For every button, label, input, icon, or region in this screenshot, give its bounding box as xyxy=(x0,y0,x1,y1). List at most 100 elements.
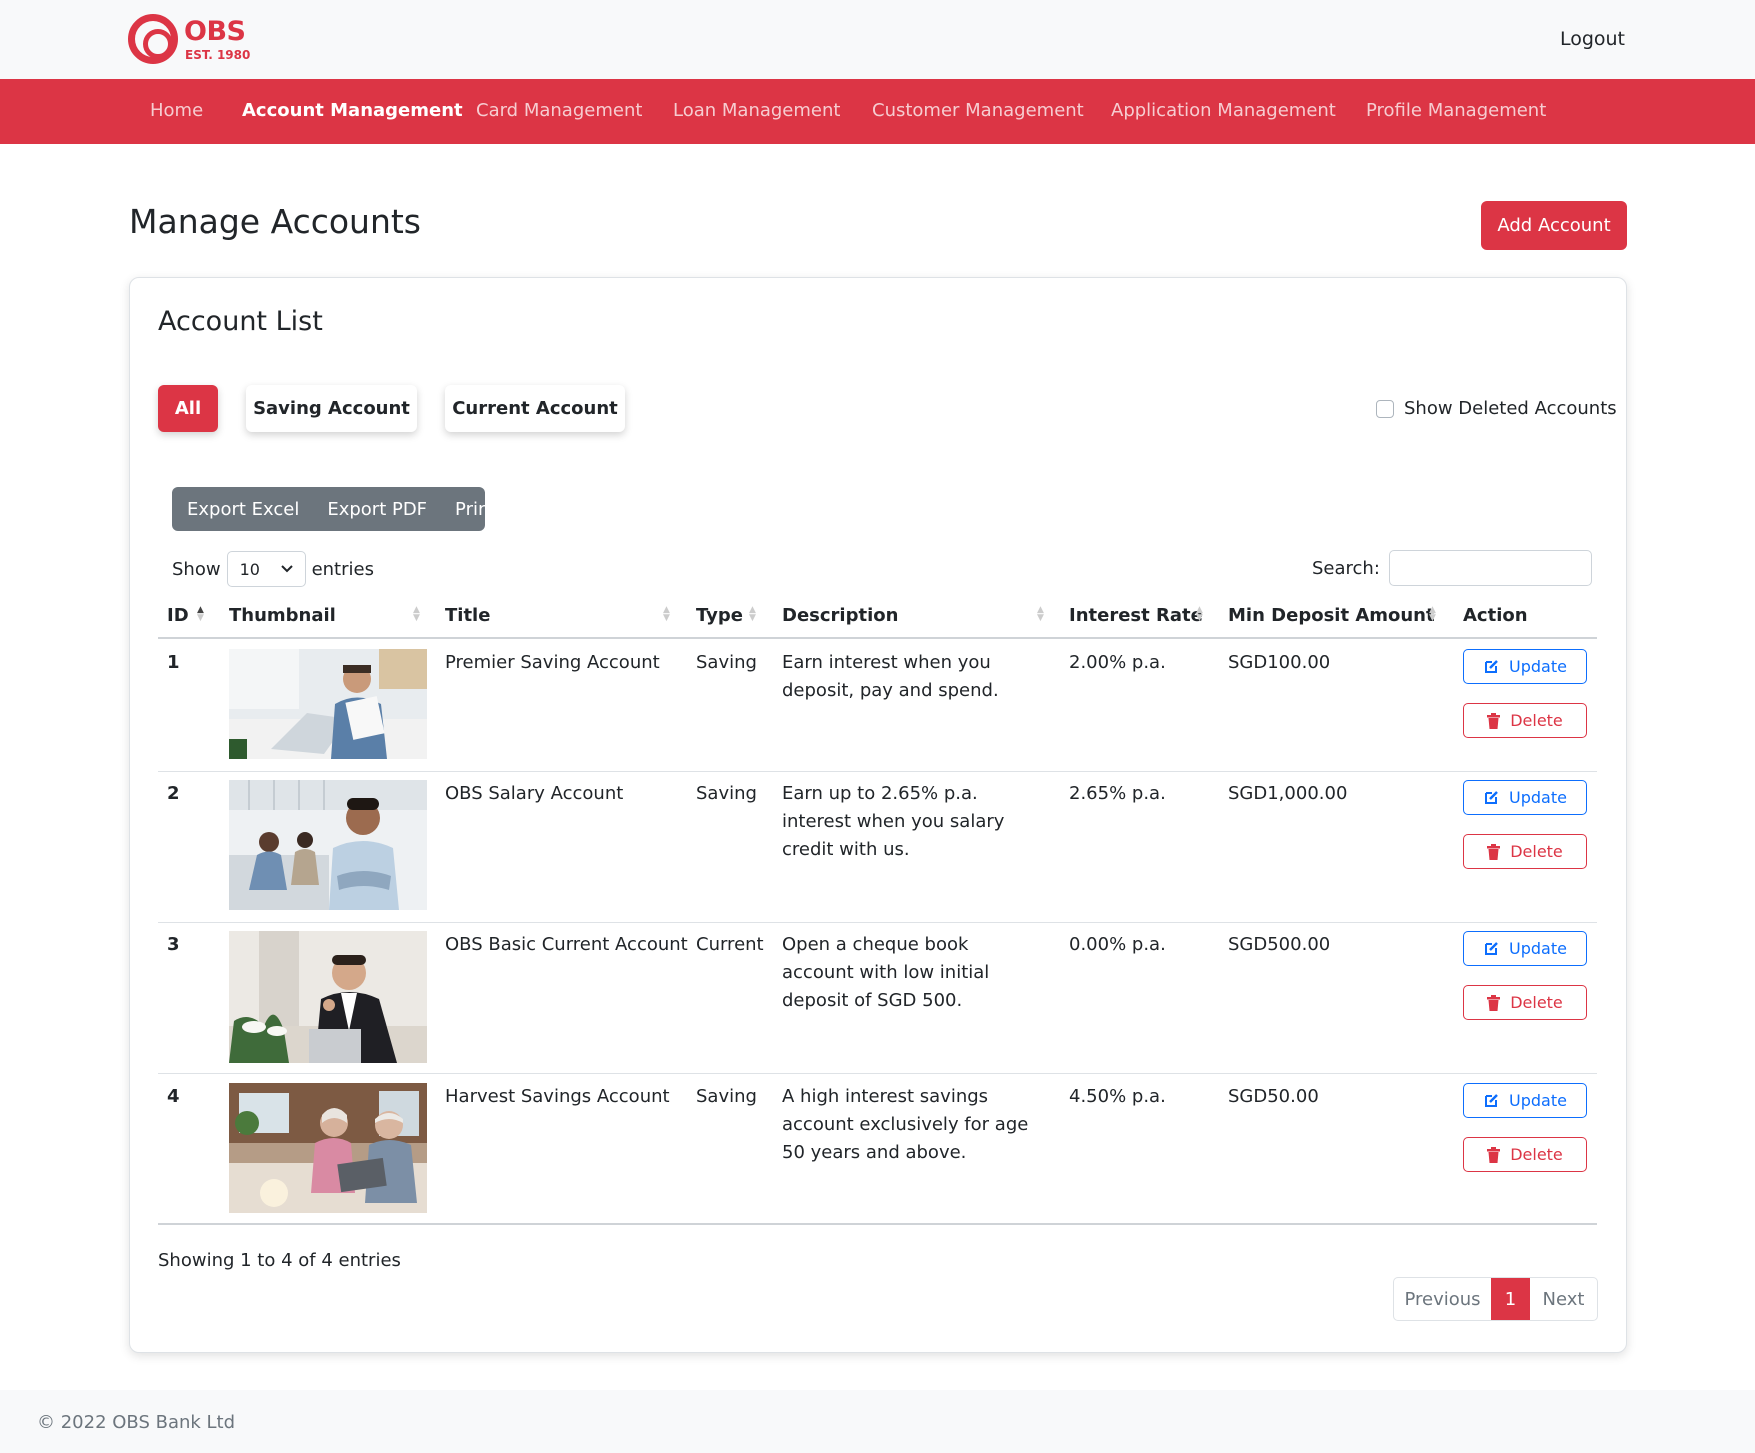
delete-label: Delete xyxy=(1510,993,1563,1012)
row-title: Premier Saving Account xyxy=(445,652,660,673)
header-divider xyxy=(158,637,1597,639)
thumbnail-image xyxy=(229,931,427,1063)
nav-card-management[interactable]: Card Management xyxy=(476,100,642,121)
trash-icon xyxy=(1487,712,1501,729)
row-type: Saving xyxy=(696,783,757,804)
row-interest-rate: 4.50% p.a. xyxy=(1069,1086,1166,1107)
update-label: Update xyxy=(1509,657,1567,676)
sort-asc-icon: ▲ ▼ xyxy=(197,605,204,623)
update-button[interactable]: Update xyxy=(1463,931,1587,966)
col-interest-rate[interactable]: Interest Rate xyxy=(1069,605,1203,626)
export-excel-button[interactable]: Export Excel xyxy=(172,499,313,520)
logo-text: OBS xyxy=(184,16,246,47)
row-description: A high interest savings account exclusiv… xyxy=(782,1086,1029,1163)
nav-home[interactable]: Home xyxy=(150,100,203,121)
thumbnail-image xyxy=(229,780,427,910)
edit-icon xyxy=(1485,941,1498,955)
delete-button[interactable]: Delete xyxy=(1463,703,1587,738)
trash-icon xyxy=(1487,994,1501,1011)
logo-ring-icon xyxy=(128,14,178,64)
export-pdf-button[interactable]: Export PDF xyxy=(313,499,441,520)
row-interest-rate: 2.65% p.a. xyxy=(1069,783,1166,804)
main-nav: Home Account Management Card Management … xyxy=(0,79,1755,144)
nav-profile-management[interactable]: Profile Management xyxy=(1366,100,1546,121)
filter-current-button[interactable]: Current Account xyxy=(445,385,625,432)
sort-icon: ▲ ▼ xyxy=(1429,605,1436,623)
update-button[interactable]: Update xyxy=(1463,780,1587,815)
pagination: Previous 1 Next xyxy=(1393,1277,1598,1321)
row-interest-rate: 0.00% p.a. xyxy=(1069,934,1166,955)
thumbnail-image xyxy=(229,1083,427,1213)
delete-button[interactable]: Delete xyxy=(1463,985,1587,1020)
show-deleted-label: Show Deleted Accounts xyxy=(1404,398,1617,419)
row-divider xyxy=(158,922,1597,923)
logout-link[interactable]: Logout xyxy=(1560,28,1625,50)
trash-icon xyxy=(1487,1146,1501,1163)
next-page-button[interactable]: Next xyxy=(1530,1278,1597,1320)
copyright-text: © 2022 OBS Bank Ltd xyxy=(37,1412,236,1433)
search-input[interactable] xyxy=(1388,550,1592,586)
page-title: Manage Accounts xyxy=(129,202,422,241)
logo-est-text: EST. 1980 xyxy=(185,48,251,62)
export-button-group: Export Excel Export PDF Print xyxy=(172,487,496,531)
top-header: OBS EST. 1980 Logout xyxy=(0,0,1755,79)
sort-icon: ▲ ▼ xyxy=(1037,605,1044,623)
row-description: Earn interest when you deposit, pay and … xyxy=(782,652,999,701)
row-interest-rate: 2.00% p.a. xyxy=(1069,652,1166,673)
page-1-button[interactable]: 1 xyxy=(1491,1278,1530,1320)
row-min-deposit: SGD500.00 xyxy=(1228,934,1331,955)
col-type[interactable]: Type xyxy=(696,605,743,626)
entries-select-value: 10 xyxy=(239,559,260,579)
delete-button[interactable]: Delete xyxy=(1463,834,1587,869)
sort-icon: ▲ ▼ xyxy=(663,605,670,623)
filter-all-button[interactable]: All xyxy=(158,385,218,432)
show-deleted-toggle[interactable]: Show Deleted Accounts xyxy=(1376,398,1617,419)
add-account-button[interactable]: Add Account xyxy=(1481,201,1627,250)
previous-page-button[interactable]: Previous xyxy=(1394,1278,1491,1320)
sort-icon: ▲ ▼ xyxy=(749,605,756,623)
row-type: Saving xyxy=(696,652,757,673)
filter-saving-button[interactable]: Saving Account xyxy=(246,385,417,432)
edit-icon xyxy=(1485,1093,1498,1107)
col-title[interactable]: Title xyxy=(445,605,490,626)
table-bottom-divider xyxy=(158,1223,1597,1225)
row-description: Earn up to 2.65% p.a. interest when you … xyxy=(782,783,1005,860)
print-button[interactable]: Print xyxy=(441,499,510,520)
table-info: Showing 1 to 4 of 4 entries xyxy=(158,1250,401,1271)
sort-icon: ▲ ▼ xyxy=(413,605,420,623)
table-search: Search: xyxy=(1312,550,1592,586)
trash-icon xyxy=(1487,843,1501,860)
update-button[interactable]: Update xyxy=(1463,1083,1587,1118)
update-label: Update xyxy=(1509,1091,1567,1110)
row-divider xyxy=(158,771,1597,772)
row-min-deposit: SGD50.00 xyxy=(1228,1086,1319,1107)
col-description[interactable]: Description xyxy=(782,605,898,626)
search-label: Search: xyxy=(1312,557,1380,579)
col-thumbnail[interactable]: Thumbnail xyxy=(229,605,336,626)
row-type: Saving xyxy=(696,1086,757,1107)
row-title: OBS Basic Current Account xyxy=(445,934,688,955)
nav-loan-management[interactable]: Loan Management xyxy=(673,100,840,121)
update-button[interactable]: Update xyxy=(1463,649,1587,684)
delete-label: Delete xyxy=(1510,1145,1563,1164)
col-id[interactable]: ID xyxy=(167,605,189,626)
nav-application-management[interactable]: Application Management xyxy=(1111,100,1336,121)
row-id: 2 xyxy=(167,783,180,804)
thumbnail-image xyxy=(229,649,427,759)
edit-icon xyxy=(1485,659,1498,673)
row-divider xyxy=(158,1073,1597,1074)
entries-select[interactable]: 10 xyxy=(226,551,306,587)
update-label: Update xyxy=(1509,788,1567,807)
obs-logo[interactable]: OBS EST. 1980 xyxy=(128,14,253,66)
card-title: Account List xyxy=(158,306,323,337)
row-min-deposit: SGD1,000.00 xyxy=(1228,783,1348,804)
nav-customer-management[interactable]: Customer Management xyxy=(872,100,1084,121)
row-id: 4 xyxy=(167,1086,180,1107)
delete-label: Delete xyxy=(1510,842,1563,861)
edit-icon xyxy=(1485,790,1498,804)
show-deleted-checkbox[interactable] xyxy=(1376,399,1394,418)
col-min-deposit[interactable]: Min Deposit Amount xyxy=(1228,605,1435,626)
entries-label: entries xyxy=(311,558,374,580)
nav-account-management[interactable]: Account Management xyxy=(242,100,463,121)
delete-button[interactable]: Delete xyxy=(1463,1137,1587,1172)
